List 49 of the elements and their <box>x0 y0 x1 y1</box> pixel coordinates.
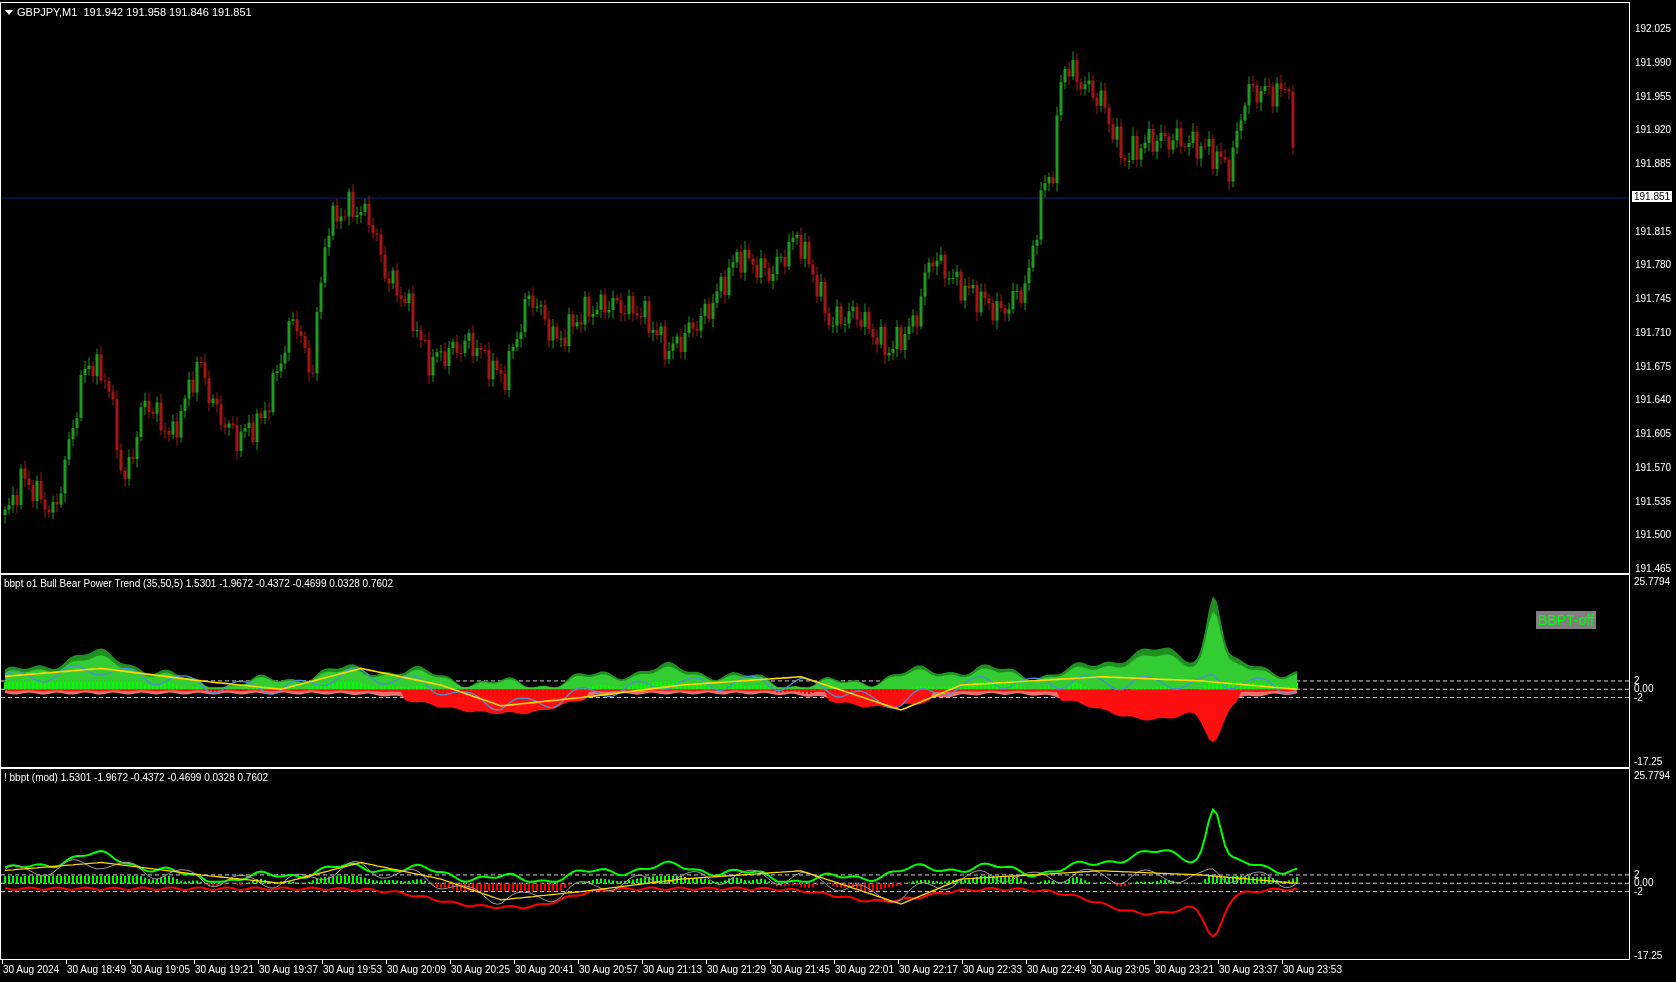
price-label: 191.640 <box>1635 394 1672 406</box>
price-label: 191.920 <box>1635 124 1672 136</box>
caret-icon[interactable] <box>5 9 13 15</box>
time-label: 30 Aug 21:45 <box>770 964 831 976</box>
price-label: 191.815 <box>1635 225 1672 237</box>
price-label: 191.570 <box>1635 461 1672 473</box>
time-label: 30 Aug 19:37 <box>258 964 319 976</box>
time-label: 30 Aug 20:25 <box>450 964 511 976</box>
time-label: 30 Aug 21:29 <box>706 964 767 976</box>
time-label: 30 Aug 2024 <box>2 964 61 976</box>
time-label: 30 Aug 23:53 <box>1282 964 1343 976</box>
time-label: 30 Aug 23:21 <box>1154 964 1215 976</box>
axis-label: -17.25 <box>1634 756 1663 767</box>
axis-label: 2 <box>1634 674 1640 686</box>
time-label: 30 Aug 20:41 <box>514 964 575 976</box>
time-label: 30 Aug 20:09 <box>386 964 447 976</box>
time-label: 30 Aug 18:49 <box>66 964 127 976</box>
indicator-title: ! bbpt (mod) 1.5301 -1.9672 -0.4372 -0.4699 0.0328 0.7602 <box>4 771 269 785</box>
price-label: 191.500 <box>1635 529 1672 541</box>
price-label: 191.745 <box>1635 293 1672 304</box>
axis-label: 25.7794 <box>1634 576 1671 587</box>
time-label: 30 Aug 23:37 <box>1218 964 1279 976</box>
price-label: 191.605 <box>1635 428 1672 439</box>
price-label: 191.675 <box>1635 360 1672 372</box>
price-label: 191.535 <box>1635 495 1672 507</box>
price-label: 191.885 <box>1635 158 1672 169</box>
current-price-label: 191.851 <box>1632 191 1673 202</box>
time-label: 30 Aug 22:17 <box>898 964 959 976</box>
price-label: 191.990 <box>1635 56 1672 68</box>
time-label: 30 Aug 20:57 <box>578 964 639 976</box>
price-label: 192.025 <box>1635 23 1672 34</box>
time-label: 30 Aug 19:21 <box>194 964 255 976</box>
indicator-title: bbpt o1 Bull Bear Power Trend (35,50,5) 1.5301 -1.9672 -0.4372 -0.4699 0.0328 0.7602 <box>4 577 394 591</box>
axis-label: -17.25 <box>1634 950 1663 961</box>
time-label: 30 Aug 19:05 <box>130 964 191 976</box>
time-label: 30 Aug 23:05 <box>1090 964 1151 976</box>
time-label: 30 Aug 22:33 <box>962 964 1023 976</box>
status-label: BBPT-off <box>1536 611 1596 629</box>
time-label: 30 Aug 22:01 <box>834 964 895 976</box>
price-label: 191.710 <box>1635 326 1672 338</box>
chart-header: GBPJPY,M1 191.942 191.958 191.846 191.851 <box>17 6 252 18</box>
axis-label: 25.7794 <box>1634 770 1671 781</box>
price-label: 191.780 <box>1635 259 1672 271</box>
time-label: 30 Aug 19:53 <box>322 964 383 976</box>
time-label: 30 Aug 21:13 <box>642 964 703 976</box>
time-label: 30 Aug 22:49 <box>1026 964 1087 976</box>
axis-label: 2 <box>1634 868 1640 880</box>
price-label: 191.465 <box>1635 563 1672 574</box>
price-label: 191.955 <box>1635 90 1672 102</box>
